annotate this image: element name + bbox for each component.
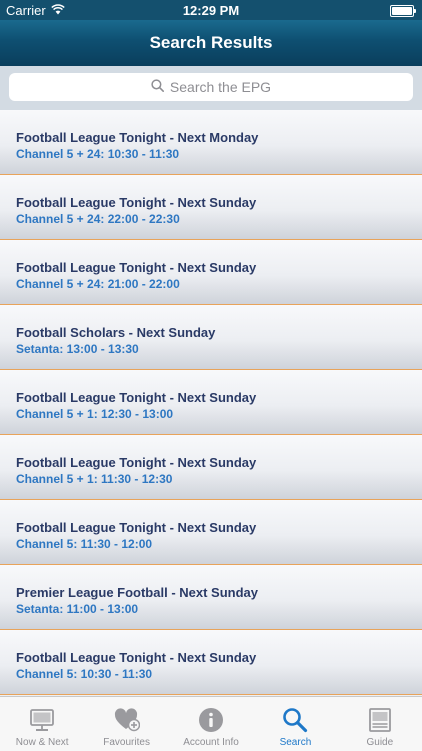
search-icon	[151, 79, 164, 95]
page-title: Search Results	[149, 33, 273, 52]
program-schedule: Channel 5 + 24: 21:00 - 22:00	[16, 277, 180, 291]
program-schedule: Channel 5 + 1: 11:30 - 12:30	[16, 472, 173, 486]
guide-icon	[367, 707, 393, 733]
program-title: Football League Tonight - Next Sunday	[16, 455, 257, 470]
program-title: Football League Tonight - Next Sunday	[16, 195, 257, 210]
tab-label: Now & Next	[15, 737, 69, 748]
program-schedule: Setanta: 11:00 - 13:00	[16, 602, 139, 616]
tab-bar: Now & Next Favourites Account Info Search Gu…	[0, 696, 422, 751]
program-schedule: Channel 5 + 1: 12:30 - 13:00	[16, 407, 174, 421]
list-item[interactable]: Football League Tonight - Next Monday Cha…	[0, 110, 422, 175]
info-icon	[198, 707, 224, 733]
list-item[interactable]: Football League Tonight - Next Sunday Cha…	[0, 435, 422, 500]
program-schedule: Channel 5 + 24: 10:30 - 11:30	[16, 147, 180, 161]
program-title: Football League Tonight - Next Sunday	[16, 650, 257, 665]
list-item[interactable]: Football League Tonight - Next Sunday Cha…	[0, 500, 422, 565]
search-bar: Search the EPG	[0, 66, 422, 110]
tab-favourites[interactable]: Favourites	[84, 697, 168, 751]
list-item[interactable]: Premier League Football - Next Sunday Set…	[0, 565, 422, 630]
program-title: Football League Tonight - Next Sunday	[16, 260, 257, 275]
navigation-bar: Search Results	[0, 20, 422, 66]
list-item[interactable]: Football Scholars - Next Sunday Setanta: …	[0, 305, 422, 370]
tab-account-info[interactable]: Account Info	[169, 697, 253, 751]
program-schedule: Channel 5: 11:30 - 12:00	[16, 537, 153, 551]
program-title: Premier League Football - Next Sunday	[16, 585, 258, 600]
tab-now-next[interactable]: Now & Next	[0, 697, 84, 751]
search-input[interactable]: Search the EPG	[9, 73, 413, 101]
search-icon	[282, 707, 308, 733]
results-list[interactable]: Football League Tonight - Next Monday Cha…	[0, 110, 422, 696]
tab-label: Search	[279, 737, 312, 748]
tv-icon	[29, 707, 55, 733]
program-title: Football Scholars - Next Sunday	[16, 325, 216, 340]
tab-guide[interactable]: Guide	[338, 697, 422, 751]
list-item[interactable]: Football League Tonight - Next Sunday Cha…	[0, 630, 422, 695]
list-item[interactable]: Football League Tonight - Next Sunday Cha…	[0, 240, 422, 305]
program-title: Football League Tonight - Next Sunday	[16, 520, 257, 535]
tab-label: Guide	[366, 737, 394, 748]
status-bar: Carrier 12:29 PM	[0, 0, 422, 20]
tab-label: Account Info	[183, 737, 239, 748]
list-item[interactable]: Football League Tonight - Next Sunday Cha…	[0, 175, 422, 240]
status-time: 12:29 PM	[182, 3, 240, 18]
program-schedule: Channel 5 + 24: 22:00 - 22:30	[16, 212, 180, 226]
program-title: Football League Tonight - Next Monday	[16, 130, 259, 145]
tab-search[interactable]: Search	[253, 697, 337, 751]
program-schedule: Setanta: 13:00 - 13:30	[16, 342, 139, 356]
tab-label: Favourites	[103, 737, 150, 748]
heart-plus-icon	[114, 707, 140, 733]
program-title: Football League Tonight - Next Sunday	[16, 390, 257, 405]
battery-icon	[390, 5, 416, 17]
list-item[interactable]: Football League Tonight - Next Sunday Cha…	[0, 370, 422, 435]
program-schedule: Channel 5: 10:30 - 11:30	[16, 667, 153, 681]
search-placeholder: Search the EPG	[169, 79, 272, 95]
